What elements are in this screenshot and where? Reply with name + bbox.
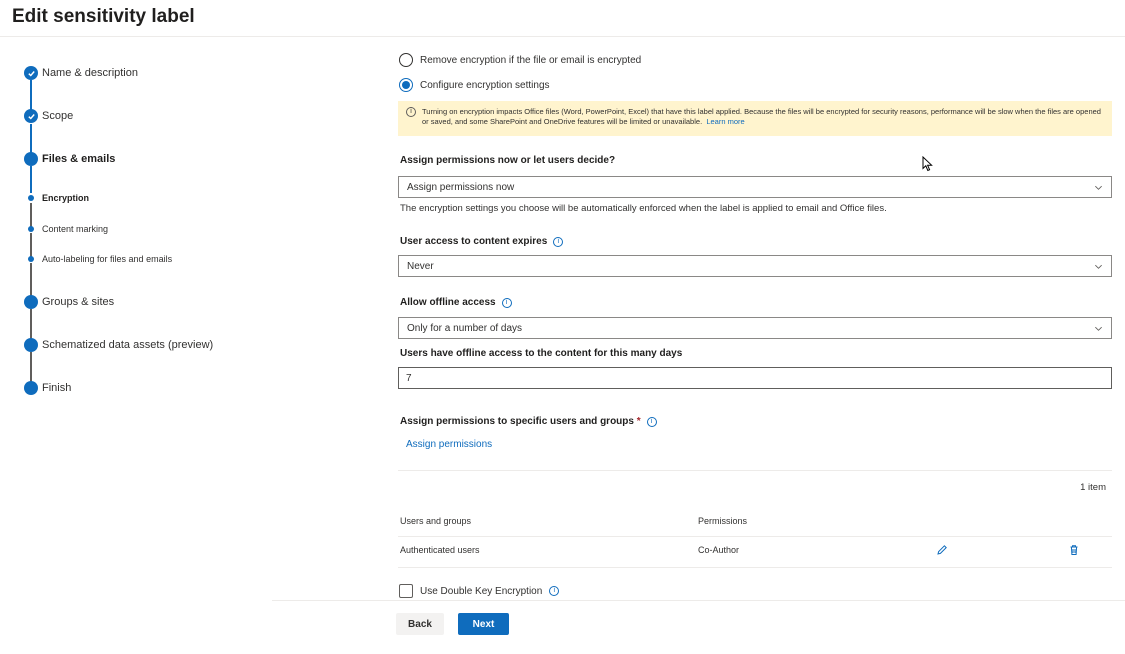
item-count: 1 item	[1080, 482, 1106, 493]
assign-mode-dropdown[interactable]: Assign permissions now	[398, 176, 1112, 198]
step-marker	[24, 338, 38, 352]
double-key-encryption-checkbox[interactable]	[399, 584, 413, 598]
delete-icon[interactable]	[1067, 543, 1081, 557]
cursor-icon	[922, 156, 933, 172]
remove-encryption-radio[interactable]	[399, 53, 413, 67]
step-marker	[24, 381, 38, 395]
input-value: 7	[406, 372, 412, 384]
wizard-step-label: Encryption	[42, 193, 90, 203]
chevron-down-icon	[1095, 264, 1102, 269]
table-divider	[398, 567, 1112, 568]
assign-mode-label-text: Assign permissions now or let users deci…	[400, 155, 616, 166]
wizard-connector	[30, 124, 32, 154]
radio-label: Remove encryption if the file or email i…	[420, 54, 642, 66]
substep-dot	[28, 195, 34, 201]
wizard-connector	[30, 166, 32, 193]
wizard-connector	[30, 309, 32, 339]
specific-permissions-label-text: Assign permissions to specific users and…	[400, 416, 641, 427]
column-header-users[interactable]: Users and groups	[400, 516, 471, 526]
radio-label: Configure encryption settings	[420, 79, 550, 91]
wizard-step-label: Files & emails	[42, 153, 116, 165]
edit-icon[interactable]	[935, 543, 949, 557]
wizard-connector	[30, 352, 32, 382]
offline-access-label-text: Allow offline access	[400, 297, 496, 308]
offline-days-input[interactable]: 7	[398, 367, 1112, 389]
expiry-dropdown[interactable]: Never	[398, 255, 1112, 277]
wizard-step-label: Groups & sites	[42, 296, 115, 308]
offline-days-label-text: Users have offline access to the content…	[400, 348, 683, 359]
configure-encryption-option[interactable]: Configure encryption settings	[399, 78, 550, 92]
row-user: Authenticated users	[400, 545, 480, 555]
table-divider	[398, 470, 1112, 471]
wizard-step-label: Auto-labeling for files and emails	[42, 254, 173, 264]
chevron-down-icon	[1095, 185, 1102, 190]
footer-divider	[272, 600, 1125, 601]
row-permission: Co-Author	[698, 545, 740, 555]
learn-more-link[interactable]: Learn more	[706, 117, 744, 126]
check-icon	[24, 109, 38, 123]
checkbox-label: Use Double Key Encryption	[420, 585, 543, 597]
wizard-steps: Name & description Scope Files & emails …	[0, 0, 370, 654]
info-icon[interactable]: i	[501, 297, 512, 308]
chevron-down-icon	[1095, 326, 1102, 331]
wizard-step-label: Schematized data assets (preview)	[42, 339, 214, 351]
step-marker	[24, 295, 38, 309]
check-icon	[24, 66, 38, 80]
expiry-label: User access to content expires i	[400, 236, 564, 247]
wizard-step-label: Name & description	[42, 67, 138, 79]
info-icon[interactable]: i	[553, 236, 564, 247]
specific-permissions-label: Assign permissions to specific users and…	[400, 416, 657, 427]
offline-access-dropdown[interactable]: Only for a number of days	[398, 317, 1112, 339]
double-key-encryption-option[interactable]: Use Double Key Encryption i	[399, 584, 560, 598]
expiry-label-text: User access to content expires	[400, 236, 548, 247]
info-icon: i	[406, 107, 416, 117]
info-icon[interactable]: i	[549, 586, 560, 596]
wizard-step-label: Scope	[42, 110, 74, 122]
label-text: Assign permissions to specific users and…	[400, 416, 634, 427]
wizard-step-label: Content marking	[42, 224, 109, 234]
required-marker: *	[636, 416, 641, 427]
wizard-step-label: Finish	[42, 382, 72, 394]
wizard-connector	[30, 203, 32, 227]
back-button[interactable]: Back	[396, 613, 444, 635]
wizard-connector	[30, 233, 32, 257]
table-divider	[398, 536, 1112, 537]
offline-access-label: Allow offline access i	[400, 297, 512, 308]
current-step-marker	[24, 152, 38, 166]
dropdown-value: Assign permissions now	[407, 181, 515, 193]
assign-mode-label: Assign permissions now or let users deci…	[400, 155, 615, 166]
remove-encryption-option[interactable]: Remove encryption if the file or email i…	[399, 53, 641, 67]
info-icon[interactable]: i	[646, 416, 657, 427]
dropdown-value: Only for a number of days	[407, 322, 523, 334]
assign-mode-helper: The encryption settings you choose will …	[400, 203, 887, 214]
substep-dot	[28, 256, 34, 262]
wizard-connector	[30, 263, 32, 296]
configure-encryption-radio[interactable]	[399, 78, 413, 92]
assign-permissions-link[interactable]: Assign permissions	[406, 439, 492, 450]
warning-text: Turning on encryption impacts Office fil…	[422, 107, 1101, 126]
wizard-connector	[30, 80, 32, 112]
substep-dot	[28, 226, 34, 232]
dropdown-value: Never	[407, 260, 434, 272]
column-header-permissions[interactable]: Permissions	[698, 516, 747, 526]
warning-message: Turning on encryption impacts Office fil…	[422, 107, 1104, 127]
next-button[interactable]: Next	[458, 613, 509, 635]
offline-days-label: Users have offline access to the content…	[400, 348, 682, 359]
encryption-warning-banner: i Turning on encryption impacts Office f…	[398, 101, 1112, 136]
